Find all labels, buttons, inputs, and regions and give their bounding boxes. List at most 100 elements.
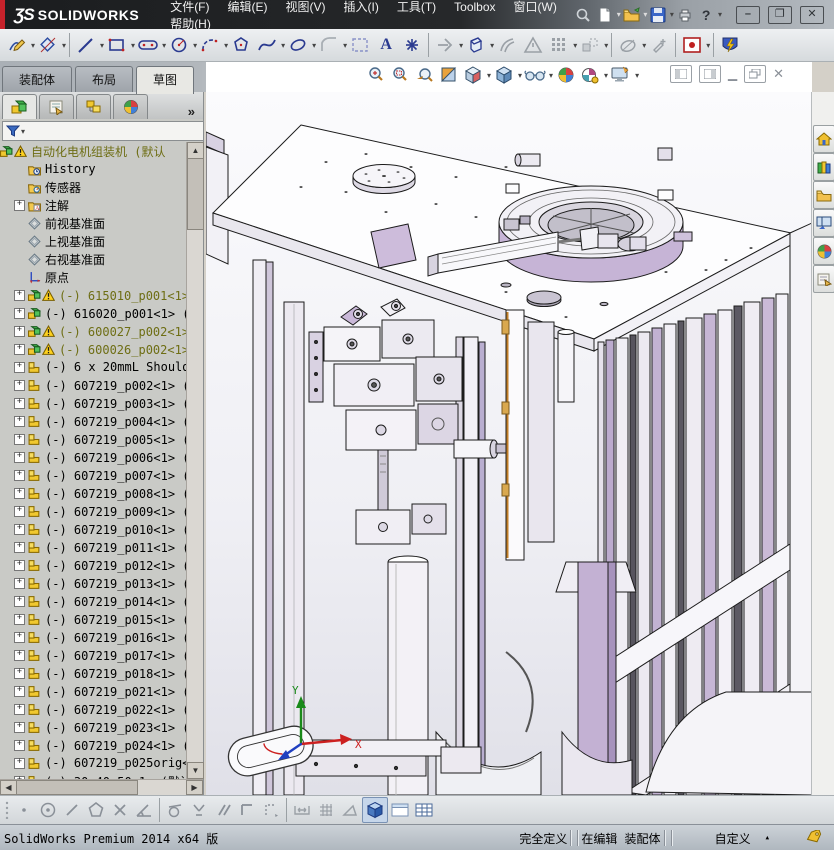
minimize-window-icon[interactable]: –	[736, 6, 760, 24]
help-dropdown-icon[interactable]: ▾	[718, 10, 722, 19]
tree-expander-icon[interactable]: +	[14, 722, 25, 733]
tree-row[interactable]: + (-) 607219_p004<1> (默认	[12, 412, 186, 430]
scroll-up-icon[interactable]: ▲	[187, 142, 204, 159]
tree-row[interactable]: + (-) 607219_p002<1> (默认	[12, 376, 186, 394]
tree-row[interactable]: + 上视基准面	[12, 232, 186, 250]
configurationmanager-icon[interactable]	[76, 94, 111, 119]
offset-icon[interactable]	[494, 32, 520, 58]
tree-expander-icon[interactable]: +	[14, 200, 25, 211]
minimize-doc-icon[interactable]: ▁	[728, 67, 737, 81]
move-entities-icon[interactable]	[577, 32, 603, 58]
tree-expander-icon[interactable]: +	[14, 704, 25, 715]
perpendicular-snap-icon[interactable]	[235, 798, 259, 822]
home-icon[interactable]	[813, 125, 834, 153]
view-settings-dropdown-icon[interactable]: ▾	[635, 71, 639, 80]
length-snap-icon[interactable]	[290, 798, 314, 822]
tree-row[interactable]: + (-) 30x40x50<1> (默认<<	[12, 772, 186, 779]
instant2d-dropdown-icon[interactable]: ▾	[706, 41, 710, 50]
tree-expander-icon[interactable]: +	[14, 614, 25, 625]
edit-appearance-icon[interactable]	[555, 64, 577, 86]
spline-icon[interactable]	[254, 32, 280, 58]
tree-expander-icon[interactable]: +	[14, 470, 25, 481]
hide-show-dropdown-icon[interactable]: ▾	[549, 71, 553, 80]
view-orientation-icon[interactable]	[462, 64, 484, 86]
tree-expander-icon[interactable]: +	[14, 740, 25, 751]
tree-row[interactable]: + (-) 600026_p002<1> (默认	[12, 340, 186, 358]
view-palette-icon[interactable]	[813, 209, 834, 237]
displaymanager-icon[interactable]	[113, 94, 148, 119]
tree-expander-icon[interactable]: +	[14, 686, 25, 697]
smart-dimension-icon[interactable]	[35, 32, 61, 58]
arc-icon[interactable]	[197, 32, 223, 58]
tree-expander-icon[interactable]: +	[14, 290, 25, 301]
tree-row[interactable]: + (-) 607219_p018<1> (默认	[12, 664, 186, 682]
close-window-icon[interactable]: ✕	[800, 6, 824, 24]
display-relations-icon[interactable]	[615, 32, 641, 58]
point-snap-icon[interactable]	[12, 798, 36, 822]
drag-handle-icon[interactable]	[2, 798, 12, 822]
tree-row[interactable]: + (-) 615010_p001<1> (默认	[12, 286, 186, 304]
menu-item[interactable]: 插入(I)	[335, 0, 388, 14]
zoom-area-icon[interactable]	[390, 64, 412, 86]
mirror-entities-icon[interactable]	[347, 32, 373, 58]
tree-row[interactable]: + A 注解	[12, 196, 186, 214]
tree-expander-icon[interactable]: +	[14, 542, 25, 553]
tree-row[interactable]: + (-) 607219_p010<1> (默认	[12, 520, 186, 538]
scroll-thumb[interactable]	[187, 158, 204, 230]
scroll-left-icon[interactable]: ◀	[0, 780, 17, 795]
tree-row[interactable]: + (-) 607219_p015<1> (默认	[12, 610, 186, 628]
tree-row[interactable]: + (-) 607219_p021<1> (默认	[12, 682, 186, 700]
tree-row[interactable]: + (-) 607219_p023<1> (默认	[12, 718, 186, 736]
tree-row[interactable]: + (-) 607219_p014<1> (默认	[12, 592, 186, 610]
tree-expander-icon[interactable]: +	[14, 488, 25, 499]
display-style-dropdown-icon[interactable]: ▾	[518, 71, 522, 80]
center-snap-icon[interactable]	[36, 798, 60, 822]
tree-expander-icon[interactable]: +	[14, 308, 25, 319]
tree-row[interactable]: + (-) 607219_p011<1> (默认	[12, 538, 186, 556]
tree-expander-icon[interactable]: +	[14, 452, 25, 463]
tree-row[interactable]: + (-) 607219_p013<1> (默认	[12, 574, 186, 592]
shaded-view-cube-icon[interactable]	[362, 797, 388, 823]
document-tab[interactable]: 装配体	[2, 66, 72, 94]
tree-row[interactable]: + 右视基准面	[12, 250, 186, 268]
tree-row[interactable]: + (-) 607219_p009<1> (默认	[12, 502, 186, 520]
menu-item[interactable]: 文件(F)	[161, 0, 218, 14]
tree-expander-icon[interactable]: +	[14, 362, 25, 373]
line-icon[interactable]	[73, 32, 99, 58]
polygon-icon[interactable]	[228, 32, 254, 58]
open-dropdown-icon[interactable]: ▾	[643, 10, 647, 19]
split-right-icon[interactable]	[699, 65, 721, 83]
featuremanager-tree-icon[interactable]	[2, 94, 37, 119]
propertymanager-icon[interactable]	[39, 94, 74, 119]
tree-filter-bar[interactable]: ▾	[2, 121, 204, 141]
tree-row[interactable]: + 原点	[12, 268, 186, 286]
linear-pattern-icon[interactable]	[546, 32, 572, 58]
tree-row[interactable]: + 传感器	[12, 178, 186, 196]
trim-icon[interactable]	[432, 32, 458, 58]
tree-row[interactable]: + (-) 6 x 20mmL Shoulder<	[12, 358, 186, 376]
sketch-icon[interactable]	[4, 32, 30, 58]
hide-show-items-icon[interactable]	[524, 64, 546, 86]
menu-item[interactable]: Toolbox	[445, 0, 504, 14]
parallel-snap-icon[interactable]	[211, 798, 235, 822]
tree-expander-icon[interactable]: +	[14, 326, 25, 337]
document-tab[interactable]: 草图	[136, 66, 194, 94]
tree-row[interactable]: + (-) 607219_p012<1> (默认	[12, 556, 186, 574]
scroll-right-icon[interactable]: ▶	[186, 780, 203, 795]
select-corner-icon[interactable]	[259, 798, 283, 822]
tree-row[interactable]: + (-) 607219_p005<1> (默认	[12, 430, 186, 448]
tree-row[interactable]: + (-) 607219_p003<1> (默认	[12, 394, 186, 412]
tree-expander-icon[interactable]: +	[14, 560, 25, 571]
zoom-fit-icon[interactable]	[366, 64, 388, 86]
scene-dropdown-icon[interactable]: ▾	[604, 71, 608, 80]
tree-row[interactable]: + (-) 607219_p024<1> (默认	[12, 736, 186, 754]
tree-row[interactable]: + 自动化电机组装机 (默认	[0, 142, 186, 160]
menu-item[interactable]: 工具(T)	[388, 0, 445, 14]
text-icon[interactable]: A	[373, 32, 399, 58]
apply-scene-icon[interactable]	[579, 64, 601, 86]
restore-window-icon[interactable]: ❐	[768, 6, 792, 24]
scroll-down-icon[interactable]: ▼	[187, 762, 204, 779]
menu-item[interactable]: 窗口(W)	[505, 0, 566, 14]
close-doc-icon[interactable]: ✕	[773, 66, 784, 82]
ellipse-icon[interactable]	[285, 32, 311, 58]
